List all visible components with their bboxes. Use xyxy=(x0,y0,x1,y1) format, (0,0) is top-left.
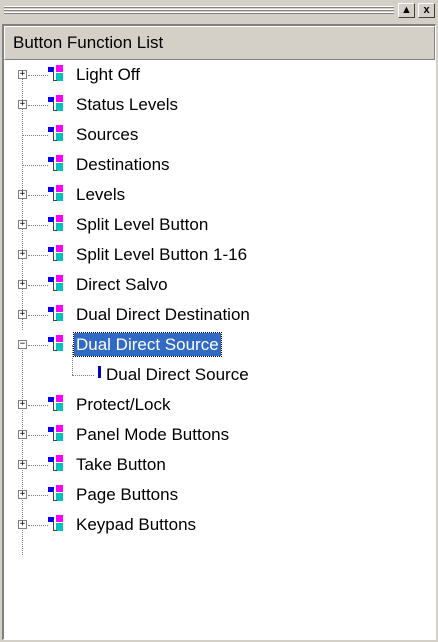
tree-child-item-dual-direct-source[interactable]: Dual Direct Source xyxy=(4,360,434,390)
expand-icon[interactable]: + xyxy=(18,190,27,199)
button-group-icon xyxy=(48,125,66,143)
button-group-icon xyxy=(48,305,66,323)
expand-icon[interactable]: + xyxy=(18,460,27,469)
tree-item-label[interactable]: Status Levels xyxy=(74,93,180,116)
expand-icon[interactable]: + xyxy=(18,70,27,79)
expand-icon[interactable]: + xyxy=(18,520,27,529)
collapse-icon[interactable]: − xyxy=(18,340,27,349)
tree-panel: Button Function List + Light Off + Statu… xyxy=(2,24,436,640)
tree-connector-line xyxy=(22,165,48,166)
tree-connector-line xyxy=(28,315,48,316)
button-group-icon xyxy=(48,245,66,263)
tree-item-label[interactable]: Direct Salvo xyxy=(74,273,170,296)
tree-connector-line xyxy=(28,285,48,286)
button-function-tree[interactable]: + Light Off + Status Levels Sources Dest… xyxy=(4,60,434,555)
expand-icon[interactable]: + xyxy=(18,400,27,409)
scroll-up-button[interactable]: ▲ xyxy=(398,3,415,18)
tree-item-split-level-button-1-16[interactable]: + Split Level Button 1-16 xyxy=(4,240,434,270)
expand-icon[interactable]: + xyxy=(18,310,27,319)
tree-item-label[interactable]: Protect/Lock xyxy=(74,393,173,416)
tree-item-take-button[interactable]: + Take Button xyxy=(4,450,434,480)
tree-connector-line xyxy=(28,435,48,436)
button-group-icon xyxy=(48,65,66,83)
expand-icon[interactable]: + xyxy=(18,430,27,439)
tree-item-protect-lock[interactable]: + Protect/Lock xyxy=(4,390,434,420)
tree-item-label-selected[interactable]: Dual Direct Source xyxy=(73,332,222,357)
drag-grip[interactable] xyxy=(4,6,394,15)
tree-item-status-levels[interactable]: + Status Levels xyxy=(4,90,434,120)
panel-titlebar[interactable]: ▲ x xyxy=(0,0,438,22)
tree-item-direct-salvo[interactable]: + Direct Salvo xyxy=(4,270,434,300)
tree-connector-line xyxy=(28,525,48,526)
expand-icon[interactable]: + xyxy=(18,250,27,259)
tree-item-light-off[interactable]: + Light Off xyxy=(4,60,434,90)
tree-item-label[interactable]: Keypad Buttons xyxy=(74,513,198,536)
tree-item-label[interactable]: Light Off xyxy=(74,63,142,86)
button-group-icon xyxy=(48,455,66,473)
tree-item-page-buttons[interactable]: + Page Buttons xyxy=(4,480,434,510)
tree-item-label[interactable]: Take Button xyxy=(74,453,168,476)
button-group-icon xyxy=(48,425,66,443)
tree-connector-line xyxy=(28,495,48,496)
tree-item-panel-mode-buttons[interactable]: + Panel Mode Buttons xyxy=(4,420,434,450)
tree-item-label[interactable]: Levels xyxy=(74,183,127,206)
tree-item-label[interactable]: Destinations xyxy=(74,153,172,176)
tree-item-label[interactable]: Panel Mode Buttons xyxy=(74,423,231,446)
tree-connector-line xyxy=(28,345,48,346)
tree-connector-line xyxy=(22,135,48,136)
tree-connector-line xyxy=(28,195,48,196)
tree-item-sources[interactable]: Sources xyxy=(4,120,434,150)
expand-icon[interactable]: + xyxy=(18,280,27,289)
button-group-icon xyxy=(48,215,66,233)
tree-item-destinations[interactable]: Destinations xyxy=(4,150,434,180)
tree-connector-line xyxy=(28,405,48,406)
expand-icon[interactable]: + xyxy=(18,100,27,109)
tree-item-keypad-buttons[interactable]: + Keypad Buttons xyxy=(4,510,434,540)
button-group-icon xyxy=(48,95,66,113)
button-group-icon xyxy=(48,395,66,413)
tree-connector-line xyxy=(28,465,48,466)
tree-item-levels[interactable]: + Levels xyxy=(4,180,434,210)
tree-connector-line xyxy=(28,75,48,76)
button-group-icon xyxy=(48,485,66,503)
tree-item-label[interactable]: Dual Direct Destination xyxy=(74,303,252,326)
button-group-icon xyxy=(48,155,66,173)
button-group-icon xyxy=(48,185,66,203)
tree-item-label[interactable]: Split Level Button 1-16 xyxy=(74,243,249,266)
button-item-icon xyxy=(98,366,101,378)
button-group-icon xyxy=(48,275,66,293)
button-group-icon xyxy=(48,335,66,353)
tree-item-label[interactable]: Sources xyxy=(74,123,140,146)
tree-item-dual-direct-destination[interactable]: + Dual Direct Destination xyxy=(4,300,434,330)
expand-icon[interactable]: + xyxy=(18,490,27,499)
tree-item-label[interactable]: Split Level Button xyxy=(74,213,210,236)
tree-item-split-level-button[interactable]: + Split Level Button xyxy=(4,210,434,240)
expand-icon[interactable]: + xyxy=(18,220,27,229)
button-group-icon xyxy=(48,515,66,533)
column-header[interactable]: Button Function List xyxy=(4,26,435,60)
tree-item-dual-direct-source[interactable]: − Dual Direct Source xyxy=(4,330,434,360)
tree-connector-line xyxy=(72,375,94,376)
tree-connector-line xyxy=(28,255,48,256)
tree-item-label[interactable]: Page Buttons xyxy=(74,483,180,506)
tree-connector-line xyxy=(28,105,48,106)
tree-connector-line xyxy=(28,225,48,226)
tree-child-label[interactable]: Dual Direct Source xyxy=(106,363,249,386)
close-button[interactable]: x xyxy=(418,3,435,18)
